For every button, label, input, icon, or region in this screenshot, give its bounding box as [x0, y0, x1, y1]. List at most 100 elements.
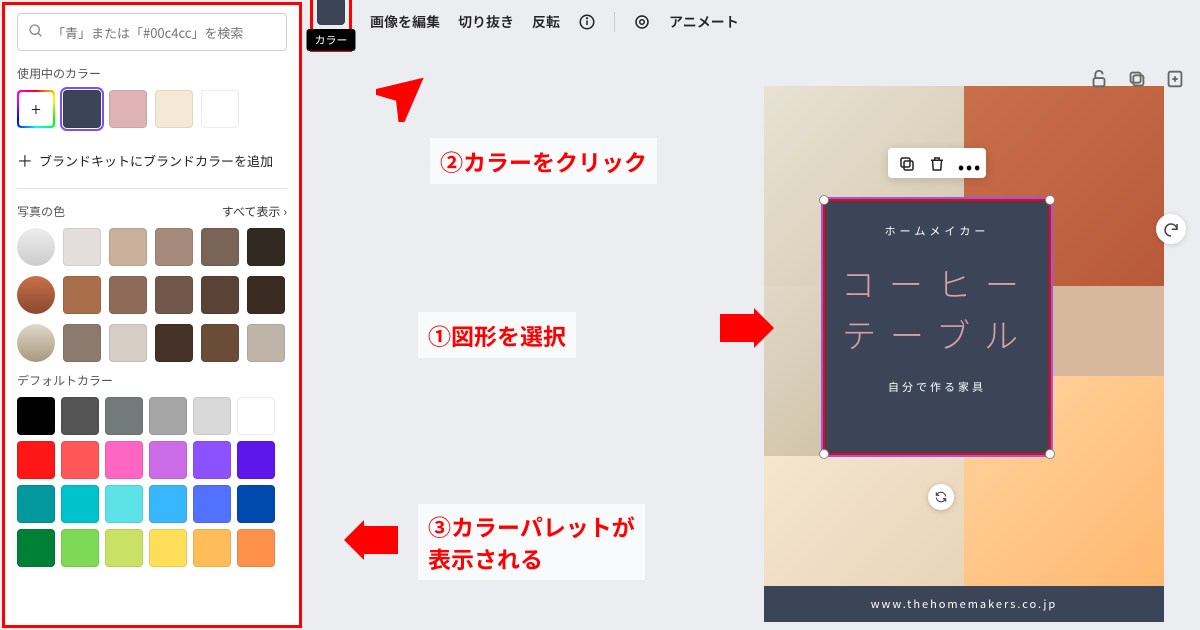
see-all-button[interactable]: すべて表示 ›	[222, 203, 287, 220]
color-swatch[interactable]	[105, 441, 143, 479]
color-swatch[interactable]	[201, 228, 239, 266]
lock-icon[interactable]	[1088, 68, 1110, 90]
current-color-row: +	[17, 90, 287, 128]
arrow-icon	[720, 308, 774, 348]
canvas-image[interactable]	[764, 456, 964, 586]
color-swatch[interactable]	[17, 529, 55, 567]
color-swatch[interactable]	[237, 397, 275, 435]
color-swatch[interactable]	[17, 485, 55, 523]
color-swatch[interactable]	[201, 90, 239, 128]
plus-icon: ＋	[17, 148, 33, 172]
color-swatch[interactable]	[155, 276, 193, 314]
color-swatch[interactable]	[193, 529, 231, 567]
resize-handle[interactable]	[819, 449, 829, 459]
arrow-icon	[344, 520, 398, 560]
copy-icon[interactable]	[898, 154, 916, 172]
color-swatch[interactable]	[201, 276, 239, 314]
sync-icon	[934, 490, 948, 504]
add-brand-color-button[interactable]: ＋ ブランドキットにブランドカラーを追加	[17, 138, 287, 182]
annotation-1: ①図形を選択	[418, 312, 576, 358]
duplicate-icon[interactable]	[1126, 68, 1148, 90]
section-current-colors: 使用中のカラー	[17, 65, 287, 82]
trash-icon[interactable]	[928, 154, 946, 172]
color-swatch[interactable]	[201, 324, 239, 362]
toolbar-separator	[614, 12, 615, 32]
color-swatch[interactable]	[155, 228, 193, 266]
resize-handle[interactable]	[1045, 195, 1055, 205]
color-swatch[interactable]	[237, 529, 275, 567]
shape-title: コーヒー テーブル	[825, 257, 1049, 359]
color-swatch[interactable]	[155, 90, 193, 128]
chevron-right-icon: ›	[283, 203, 287, 220]
photo-thumb[interactable]	[17, 228, 55, 266]
shape-subtitle: ホームメイカー	[825, 223, 1049, 239]
color-swatch[interactable]	[247, 228, 285, 266]
editor-toolbar: カラー 画像を編集 切り抜き 反転 アニメート	[310, 4, 739, 40]
color-swatch[interactable]	[237, 485, 275, 523]
rotate-icon[interactable]	[1156, 214, 1186, 244]
selected-shape[interactable]: ホームメイカー コーヒー テーブル 自分で作る家具	[822, 198, 1052, 456]
default-color-grid	[17, 397, 287, 567]
color-swatch[interactable]	[17, 397, 55, 435]
color-panel: 使用中のカラー + ＋ ブランドキットにブランドカラーを追加 写真の色 すべて表…	[2, 2, 302, 628]
color-swatch[interactable]	[155, 324, 193, 362]
more-icon[interactable]: •••	[958, 154, 976, 172]
color-swatch[interactable]	[63, 276, 101, 314]
color-swatch[interactable]	[63, 90, 101, 128]
flip-button[interactable]: 反転	[532, 12, 560, 32]
photo-thumb[interactable]	[17, 276, 55, 314]
section-photo-colors: 写真の色	[17, 203, 65, 220]
color-swatch[interactable]	[193, 397, 231, 435]
color-swatch[interactable]	[247, 276, 285, 314]
group-badge[interactable]	[928, 484, 954, 510]
photo-color-rows	[17, 228, 287, 362]
color-swatch[interactable]	[17, 441, 55, 479]
color-swatch[interactable]	[109, 324, 147, 362]
color-swatch[interactable]	[193, 441, 231, 479]
crop-button[interactable]: 切り抜き	[458, 12, 514, 32]
color-swatch[interactable]	[193, 485, 231, 523]
edit-image-button[interactable]: 画像を編集	[370, 12, 440, 32]
shape-title-line2: テーブル	[825, 308, 1049, 359]
color-swatch[interactable]	[149, 441, 187, 479]
color-swatch[interactable]	[61, 441, 99, 479]
divider	[17, 188, 287, 189]
color-swatch[interactable]	[149, 485, 187, 523]
photo-thumb[interactable]	[17, 324, 55, 362]
color-search-box[interactable]	[17, 13, 287, 51]
color-swatch[interactable]	[63, 228, 101, 266]
color-button-highlight: カラー	[310, 0, 352, 52]
fill-color-button[interactable]	[317, 0, 345, 25]
color-swatch[interactable]	[247, 324, 285, 362]
canvas-rotate-action	[1156, 214, 1186, 244]
color-search-input[interactable]	[52, 23, 276, 42]
color-swatch[interactable]	[149, 397, 187, 435]
color-swatch[interactable]	[109, 90, 147, 128]
brand-add-label: ブランドキットにブランドカラーを追加	[39, 151, 273, 170]
annotation-3-line1: ③カラーパレットが	[428, 509, 635, 543]
info-icon[interactable]	[578, 13, 596, 31]
color-swatch[interactable]	[61, 397, 99, 435]
color-swatch[interactable]	[61, 485, 99, 523]
add-page-icon[interactable]	[1164, 68, 1186, 90]
annotation-3-line2: 表示される	[428, 541, 543, 575]
color-swatch[interactable]	[105, 485, 143, 523]
add-color-swatch[interactable]: +	[17, 90, 55, 128]
color-swatch[interactable]	[237, 441, 275, 479]
animate-icon	[633, 13, 651, 31]
see-all-label: すべて表示	[222, 203, 281, 220]
annotation-3: ③カラーパレットが 表示される	[418, 504, 645, 580]
resize-handle[interactable]	[819, 195, 829, 205]
color-swatch[interactable]	[109, 276, 147, 314]
color-swatch[interactable]	[109, 228, 147, 266]
resize-handle[interactable]	[1045, 449, 1055, 459]
color-swatch[interactable]	[63, 324, 101, 362]
color-swatch[interactable]	[149, 529, 187, 567]
arrow-icon	[376, 68, 430, 122]
section-default-colors: デフォルトカラー	[17, 372, 287, 389]
color-swatch[interactable]	[105, 397, 143, 435]
color-swatch[interactable]	[105, 529, 143, 567]
color-swatch[interactable]	[61, 529, 99, 567]
animate-button[interactable]: アニメート	[669, 12, 739, 32]
annotation-2: ②カラーをクリック	[430, 138, 657, 184]
